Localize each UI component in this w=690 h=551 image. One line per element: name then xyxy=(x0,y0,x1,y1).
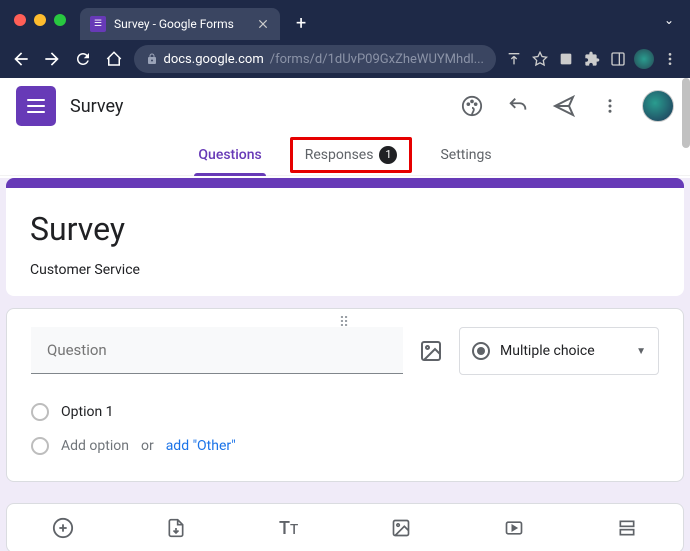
tab-favicon: ☰ xyxy=(90,16,106,32)
form-description[interactable]: Customer Service xyxy=(30,262,660,278)
window-minimize[interactable] xyxy=(34,14,46,26)
tab-close-icon[interactable] xyxy=(256,17,270,31)
add-question-icon[interactable] xyxy=(51,516,75,540)
extension-icon[interactable] xyxy=(556,49,576,69)
add-image-icon[interactable] xyxy=(419,339,443,363)
header-actions xyxy=(458,90,674,122)
add-option-button[interactable]: Add option xyxy=(61,438,129,454)
share-icon[interactable] xyxy=(504,49,524,69)
doc-title[interactable]: Survey xyxy=(70,96,123,117)
tab-bar: ☰ Survey - Google Forms + ⌄ xyxy=(0,0,690,40)
form-header-card[interactable]: Survey Customer Service xyxy=(6,188,684,296)
type-label: Multiple choice xyxy=(500,343,595,359)
drag-handle-icon[interactable]: ⠿ xyxy=(339,315,351,331)
profile-avatar[interactable] xyxy=(634,49,654,69)
forms-logo[interactable] xyxy=(16,86,56,126)
scrollbar[interactable] xyxy=(682,78,690,148)
add-other-button[interactable]: add "Other" xyxy=(166,438,236,454)
url-path: /forms/d/1dUvP09GxZheWUYMhdl... xyxy=(270,52,484,67)
form-tabs: Questions Responses 1 Settings xyxy=(0,134,690,176)
add-video-icon[interactable] xyxy=(502,516,526,540)
tab-title: Survey - Google Forms xyxy=(114,17,248,31)
question-type-select[interactable]: Multiple choice ▼ xyxy=(459,327,659,375)
option-label[interactable]: Option 1 xyxy=(61,404,114,420)
browser-tab[interactable]: ☰ Survey - Google Forms xyxy=(80,8,280,40)
import-questions-icon[interactable] xyxy=(164,516,188,540)
nav-bar: docs.google.com/forms/d/1dUvP09GxZheWUYM… xyxy=(0,40,690,78)
window-maximize[interactable] xyxy=(54,14,66,26)
new-tab-button[interactable]: + xyxy=(296,13,306,34)
option-radio-icon xyxy=(31,437,49,455)
menu-icon[interactable] xyxy=(660,49,680,69)
question-card[interactable]: ⠿ Multiple choice ▼ Option 1 Add option xyxy=(6,308,684,482)
reload-button[interactable] xyxy=(72,47,95,71)
tab-responses[interactable]: Responses 1 xyxy=(301,134,402,176)
highlight-annotation: Responses 1 xyxy=(290,137,413,173)
option-radio-icon xyxy=(31,403,49,421)
add-title-icon[interactable]: Tᴛ xyxy=(277,516,301,540)
traffic-lights xyxy=(8,14,72,26)
panel-icon[interactable] xyxy=(608,49,628,69)
or-text: or xyxy=(141,438,154,454)
back-button[interactable] xyxy=(10,47,33,71)
add-image-toolbar-icon[interactable] xyxy=(389,516,413,540)
app-content: Survey Questions Responses 1 Settings Su… xyxy=(0,78,690,551)
tabs-dropdown-icon[interactable]: ⌄ xyxy=(664,13,674,27)
more-icon[interactable] xyxy=(596,92,624,120)
palette-icon[interactable] xyxy=(458,92,486,120)
puzzle-icon[interactable] xyxy=(582,49,602,69)
chevron-down-icon: ▼ xyxy=(636,346,646,357)
radio-icon xyxy=(472,342,490,360)
forward-button[interactable] xyxy=(41,47,64,71)
undo-icon[interactable] xyxy=(504,92,532,120)
tab-questions[interactable]: Questions xyxy=(194,134,265,176)
home-button[interactable] xyxy=(103,47,126,71)
option-row[interactable]: Option 1 xyxy=(31,395,659,429)
url-host: docs.google.com xyxy=(164,52,264,67)
add-section-icon[interactable] xyxy=(615,516,639,540)
star-icon[interactable] xyxy=(530,49,550,69)
question-toolbar: Tᴛ xyxy=(6,503,684,551)
send-icon[interactable] xyxy=(550,92,578,120)
browser-chrome: ☰ Survey - Google Forms + ⌄ docs.google.… xyxy=(0,0,690,78)
question-input[interactable] xyxy=(31,327,403,374)
form-title[interactable]: Survey xyxy=(30,210,660,248)
responses-badge: 1 xyxy=(379,146,397,164)
forms-header: Survey xyxy=(0,78,690,134)
tab-settings[interactable]: Settings xyxy=(436,134,495,176)
url-bar[interactable]: docs.google.com/forms/d/1dUvP09GxZheWUYM… xyxy=(134,45,496,73)
extension-icons xyxy=(504,49,680,69)
form-area: Survey Customer Service ⠿ Multiple choic… xyxy=(0,178,690,551)
add-option-row: Add option or add "Other" xyxy=(31,429,659,463)
window-close[interactable] xyxy=(14,14,26,26)
lock-icon xyxy=(146,53,158,65)
form-accent-bar xyxy=(6,178,684,188)
user-avatar[interactable] xyxy=(642,90,674,122)
